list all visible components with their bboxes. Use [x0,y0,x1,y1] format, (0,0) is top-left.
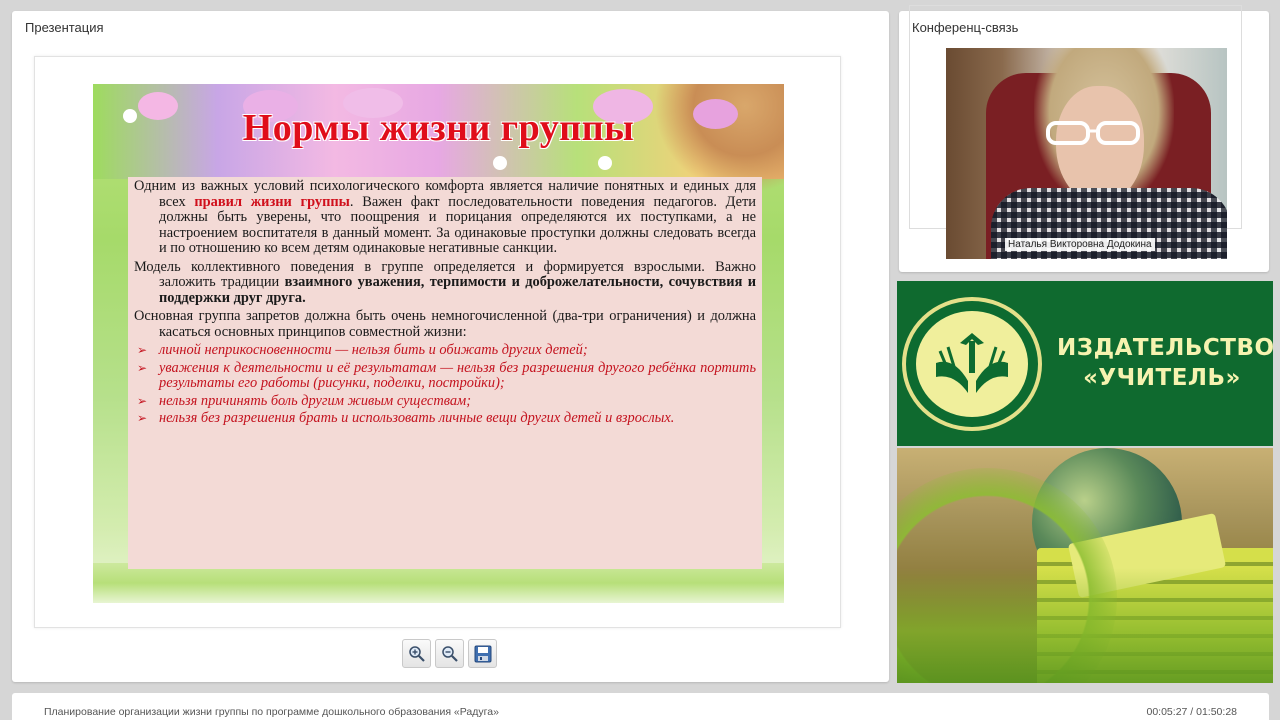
playback-time: 00:05:27 / 01:50:28 [1146,706,1238,718]
slide-title: Нормы жизни группы [242,107,635,149]
speaker-name-label: Наталья Викторовна Додокина [1005,238,1155,251]
daisy-decoration [493,156,507,170]
highlighted-text: правил жизни группы [194,193,350,210]
slide-paragraph-2: Модель коллективного поведения в группе … [134,259,756,307]
slide-bullet: ➢ нельзя причинять боль другим живым суще… [134,392,756,410]
slide-bullet: ➢ уважения к деятельности и её результата… [134,359,756,392]
publisher-name-line2: «УЧИТЕЛЬ» [1083,365,1241,391]
arrow-bullet-icon: ➢ [137,343,148,357]
publisher-name-line1: ИЗДАТЕЛЬСТВО [1057,335,1273,361]
conference-panel: Конференц-связь Наталья Викторовна Додок… [899,5,1269,272]
floppy-disk-icon [474,645,492,663]
slide-paragraph-1: Одним из важных условий психологического… [134,178,756,257]
publisher-logo [902,297,1042,431]
bullet-text: нельзя причинять боль другим живым сущес… [159,392,472,409]
webinar-title: Планирование организации жизни группы по… [44,706,499,718]
publisher-logo-inner [916,311,1028,417]
bullet-text: нельзя без разрешения брать и использова… [159,410,675,426]
slide-viewport: Нормы жизни группы Одним из важных услов… [34,56,841,628]
speaker-video[interactable]: Наталья Викторовна Додокина [946,48,1227,259]
slide-paragraph-3: Основная группа запретов должна быть оче… [134,308,756,340]
slide-bullet: ➢ нельзя без разрешения брать и использов… [134,410,756,427]
glasses-icon [1046,121,1140,145]
ad-books-image [897,448,1273,683]
save-button[interactable] [468,639,497,668]
slide: Нормы жизни группы Одним из важных услов… [93,84,784,603]
bullet-text: уважения к деятельности и её результатам… [159,359,756,391]
presentation-panel: Презентация Нормы жизни группы Одним из … [12,11,889,682]
ad-header: ИЗДАТЕЛЬСТВО «УЧИТЕЛЬ» [897,281,1273,446]
slide-text-box: Одним из важных условий психологического… [128,177,762,569]
zoom-out-button[interactable] [435,639,464,668]
paragraph-text: Основная группа запретов должна быть оче… [134,308,756,340]
daisy-decoration [598,156,612,170]
zoom-out-icon [442,646,458,662]
green-overlay [897,568,1273,683]
bullet-text: личной неприкосновенности — нельзя бить … [159,342,588,358]
book-logo-icon [936,333,1008,393]
status-bar: Планирование организации жизни группы по… [12,693,1269,720]
zoom-in-button[interactable] [402,639,431,668]
slide-bullet: ➢ личной неприкосновенности — нельзя бить… [134,342,756,359]
presentation-panel-title: Презентация [25,20,104,35]
publisher-name: ИЗДАТЕЛЬСТВО «УЧИТЕЛЬ» [1057,333,1273,393]
arrow-bullet-icon: ➢ [137,393,148,408]
publisher-ad-banner[interactable]: ИЗДАТЕЛЬСТВО «УЧИТЕЛЬ» [897,281,1273,683]
slide-grass-footer [93,563,784,603]
arrow-bullet-icon: ➢ [137,360,148,375]
zoom-in-icon [409,646,425,662]
arrow-bullet-icon: ➢ [137,411,148,425]
